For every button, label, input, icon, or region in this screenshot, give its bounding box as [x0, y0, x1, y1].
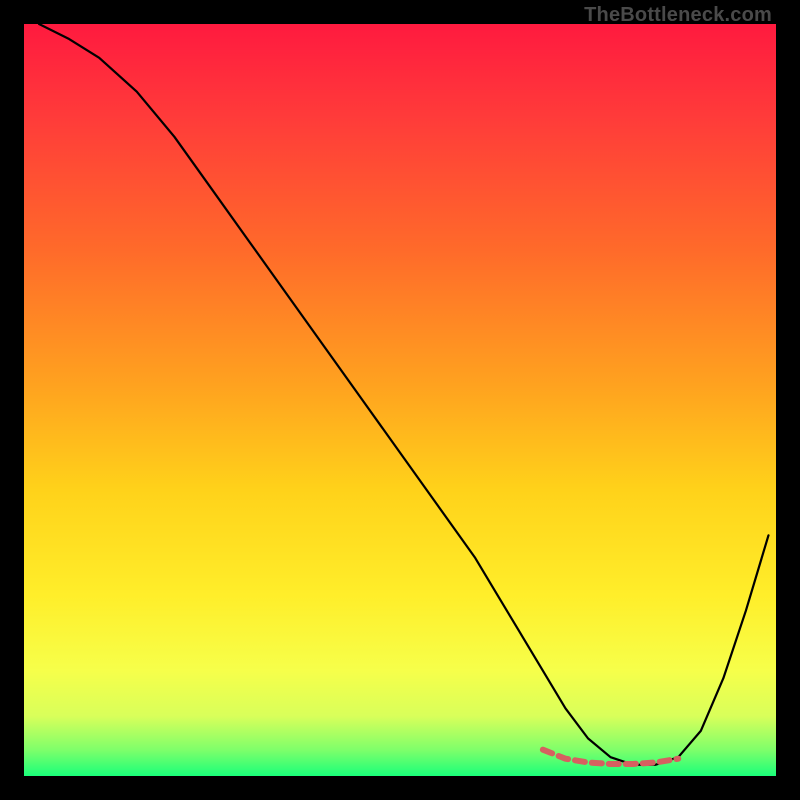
chart-frame [24, 24, 776, 776]
bottleneck-chart [24, 24, 776, 776]
chart-background [24, 24, 776, 776]
watermark-text: TheBottleneck.com [584, 4, 772, 27]
